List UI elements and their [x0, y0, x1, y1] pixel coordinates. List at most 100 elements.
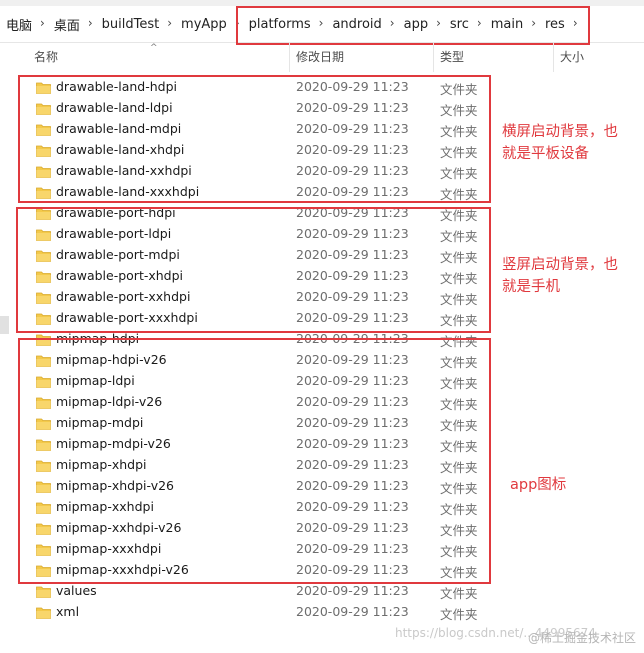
list-item[interactable]: values 2020-09-29 11:23 文件夹 — [0, 581, 644, 602]
file-modified: 2020-09-29 11:23 — [296, 331, 409, 346]
file-name: mipmap-mdpi — [56, 415, 144, 430]
file-type: 文件夹 — [440, 229, 478, 244]
chevron-right-icon: › — [476, 16, 482, 30]
folder-icon — [36, 270, 51, 283]
list-item[interactable]: drawable-port-xxxhdpi 2020-09-29 11:23 文件夹 — [0, 308, 644, 329]
list-item[interactable]: mipmap-xxxhdpi 2020-09-29 11:23 文件夹 — [0, 539, 644, 560]
list-item[interactable]: mipmap-hdpi-v26 2020-09-29 11:23 文件夹 — [0, 350, 644, 371]
list-item[interactable]: drawable-port-ldpi 2020-09-29 11:23 文件夹 — [0, 224, 644, 245]
folder-icon — [36, 165, 51, 178]
folder-icon — [36, 249, 51, 262]
file-type: 文件夹 — [440, 502, 478, 517]
folder-icon — [36, 585, 51, 598]
file-modified: 2020-09-29 11:23 — [296, 604, 409, 619]
file-modified: 2020-09-29 11:23 — [296, 163, 409, 178]
list-item[interactable]: drawable-port-hdpi 2020-09-29 11:23 文件夹 — [0, 203, 644, 224]
column-header-modified[interactable]: 修改日期 — [290, 42, 434, 72]
folder-icon — [36, 123, 51, 136]
annotation-portrait: 竖屏启动背景，也 就是手机 — [502, 257, 618, 295]
column-header-type[interactable]: 类型 — [434, 42, 554, 72]
file-type: 文件夹 — [440, 82, 478, 97]
list-item[interactable]: xml 2020-09-29 11:23 文件夹 — [0, 602, 644, 623]
watermark-brand: @稀土掘金技术社区 — [528, 631, 637, 645]
file-modified: 2020-09-29 11:23 — [296, 184, 409, 199]
breadcrumb-item-app[interactable]: app › — [401, 16, 447, 32]
chevron-right-icon: › — [234, 16, 240, 30]
file-type: 文件夹 — [440, 397, 478, 412]
list-item[interactable]: mipmap-xxhdpi 2020-09-29 11:23 文件夹 — [0, 497, 644, 518]
folder-icon — [36, 480, 51, 493]
breadcrumb: 电脑 › 桌面 › buildTest › myApp › platforms › and… — [0, 6, 644, 43]
file-type: 文件夹 — [440, 313, 478, 328]
breadcrumb-item-src[interactable]: src › — [447, 16, 488, 32]
list-item[interactable]: mipmap-ldpi-v26 2020-09-29 11:23 文件夹 — [0, 392, 644, 413]
folder-icon — [36, 375, 51, 388]
list-item[interactable]: mipmap-xxhdpi-v26 2020-09-29 11:23 文件夹 — [0, 518, 644, 539]
folder-icon — [36, 396, 51, 409]
breadcrumb-item-computer[interactable]: 电脑 › — [3, 15, 51, 34]
folder-icon — [36, 543, 51, 556]
file-name: drawable-port-xhdpi — [56, 268, 184, 283]
file-modified: 2020-09-29 11:23 — [296, 79, 409, 94]
chevron-right-icon: › — [167, 16, 173, 30]
file-type: 文件夹 — [440, 586, 478, 601]
file-name: mipmap-xxxhdpi — [56, 541, 162, 556]
folder-icon — [36, 186, 51, 199]
list-item[interactable]: drawable-land-ldpi 2020-09-29 11:23 文件夹 — [0, 98, 644, 119]
file-modified: 2020-09-29 11:23 — [296, 499, 409, 514]
file-type: 文件夹 — [440, 208, 478, 223]
file-modified: 2020-09-29 11:23 — [296, 268, 409, 283]
file-name: drawable-land-hdpi — [56, 79, 177, 94]
list-item[interactable]: mipmap-ldpi 2020-09-29 11:23 文件夹 — [0, 371, 644, 392]
list-item[interactable]: mipmap-mdpi-v26 2020-09-29 11:23 文件夹 — [0, 434, 644, 455]
file-type: 文件夹 — [440, 145, 478, 160]
breadcrumb-item-android[interactable]: android › — [329, 16, 400, 32]
file-name: mipmap-xxhdpi-v26 — [56, 520, 182, 535]
column-header-size[interactable]: 大小 — [554, 42, 644, 72]
chevron-right-icon: › — [572, 16, 578, 30]
file-modified: 2020-09-29 11:23 — [296, 478, 409, 493]
file-modified: 2020-09-29 11:23 — [296, 352, 409, 367]
folder-icon — [36, 291, 51, 304]
file-modified: 2020-09-29 11:23 — [296, 394, 409, 409]
file-name: mipmap-mdpi-v26 — [56, 436, 171, 451]
breadcrumb-item-desktop[interactable]: 桌面 › — [51, 15, 99, 34]
breadcrumb-item-platforms[interactable]: platforms › — [246, 16, 330, 32]
file-modified: 2020-09-29 11:23 — [296, 373, 409, 388]
file-type: 文件夹 — [440, 271, 478, 286]
file-name: drawable-land-ldpi — [56, 100, 173, 115]
list-item[interactable]: drawable-land-hdpi 2020-09-29 11:23 文件夹 — [0, 77, 644, 98]
list-item[interactable]: mipmap-mdpi 2020-09-29 11:23 文件夹 — [0, 413, 644, 434]
file-type: 文件夹 — [440, 523, 478, 538]
breadcrumb-item-myapp[interactable]: myApp › — [178, 16, 246, 32]
breadcrumb-item-main[interactable]: main › — [488, 16, 542, 32]
folder-icon — [36, 102, 51, 115]
file-name: mipmap-xxhdpi — [56, 499, 154, 514]
file-name: drawable-port-mdpi — [56, 247, 180, 262]
file-name: drawable-land-xxxhdpi — [56, 184, 200, 199]
file-type: 文件夹 — [440, 355, 478, 370]
list-item[interactable]: mipmap-hdpi 2020-09-29 11:23 文件夹 — [0, 329, 644, 350]
chevron-right-icon: › — [318, 16, 324, 30]
folder-icon — [36, 81, 51, 94]
breadcrumb-item-buildtest[interactable]: buildTest › — [99, 16, 178, 32]
file-modified: 2020-09-29 11:23 — [296, 142, 409, 157]
file-type: 文件夹 — [440, 334, 478, 349]
folder-icon — [36, 333, 51, 346]
breadcrumb-item-res[interactable]: res › — [542, 16, 584, 32]
chevron-right-icon: › — [389, 16, 395, 30]
list-item[interactable]: drawable-land-xxxhdpi 2020-09-29 11:23 文件夹 — [0, 182, 644, 203]
file-type: 文件夹 — [440, 187, 478, 202]
file-modified: 2020-09-29 11:23 — [296, 205, 409, 220]
file-type: 文件夹 — [440, 124, 478, 139]
file-name: mipmap-ldpi — [56, 373, 135, 388]
column-header-name[interactable]: 名称 — [28, 42, 290, 72]
list-item[interactable]: mipmap-xhdpi 2020-09-29 11:23 文件夹 — [0, 455, 644, 476]
file-name: drawable-port-ldpi — [56, 226, 172, 241]
file-name: mipmap-hdpi — [56, 331, 140, 346]
file-name: drawable-port-xxxhdpi — [56, 310, 198, 325]
list-item[interactable]: mipmap-xxxhdpi-v26 2020-09-29 11:23 文件夹 — [0, 560, 644, 581]
file-modified: 2020-09-29 11:23 — [296, 310, 409, 325]
file-name: drawable-port-hdpi — [56, 205, 176, 220]
file-modified: 2020-09-29 11:23 — [296, 541, 409, 556]
